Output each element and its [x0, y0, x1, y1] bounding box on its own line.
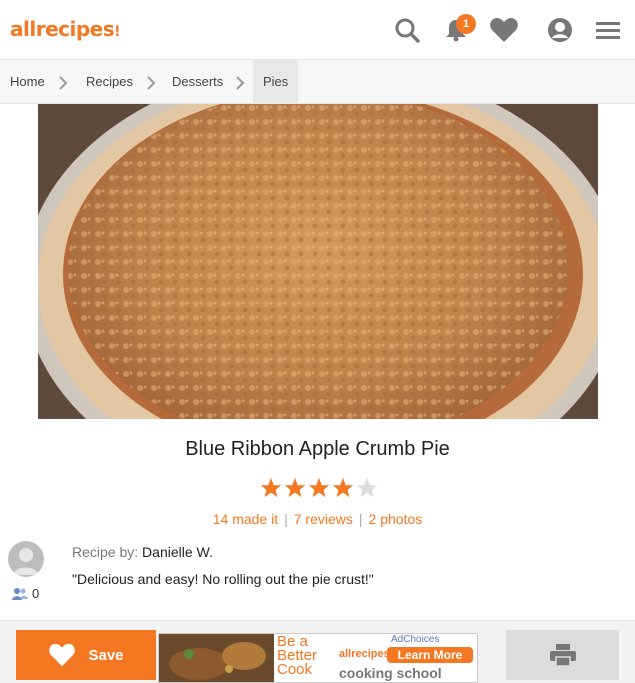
star-filled-icon — [260, 477, 282, 498]
save-button[interactable]: Save — [16, 630, 156, 680]
made-it-link[interactable]: 14 made it — [213, 511, 278, 527]
top-header: allrecipes! 1 — [0, 0, 635, 60]
recipe-description: "Delicious and easy! No rolling out the … — [72, 571, 374, 587]
followers-number: 0 — [32, 586, 40, 601]
advertisement-banner[interactable]: Be a Better Cook AdChoices Learn More al… — [158, 633, 478, 683]
learn-more-button[interactable]: Learn More — [387, 647, 473, 663]
chevron-right-icon — [236, 76, 245, 90]
star-filled-icon — [332, 477, 354, 498]
star-filled-icon — [284, 477, 306, 498]
breadcrumb-recipes[interactable]: Recipes — [86, 60, 133, 104]
breadcrumb-pies[interactable]: Pies — [253, 60, 299, 104]
search-icon[interactable] — [391, 14, 423, 46]
recipe-photo[interactable] — [38, 104, 598, 419]
followers-icon — [12, 587, 28, 600]
menu-icon[interactable] — [592, 14, 624, 46]
recipe-title: Blue Ribbon Apple Crumb Pie — [185, 438, 450, 460]
user-profile-icon[interactable] — [544, 14, 576, 46]
chevron-right-icon — [147, 76, 156, 90]
ad-headline: Be a Better Cook — [277, 633, 318, 678]
recipe-byline: Recipe by: Danielle W. — [72, 544, 213, 560]
heart-icon — [49, 643, 76, 667]
star-empty-icon — [356, 477, 378, 498]
breadcrumb: Home Recipes Desserts Pies — [0, 60, 635, 104]
notification-badge: 1 — [456, 14, 476, 34]
heart-icon[interactable] — [488, 14, 520, 46]
recipe-stats: 14 made it | 7 reviews | 2 photos — [212, 511, 423, 527]
bottom-action-bar: Save Be a Better Cook AdChoices Learn Mo… — [0, 620, 635, 683]
allrecipes-logo[interactable]: allrecipes! — [10, 17, 121, 41]
author-name[interactable]: Danielle W. — [142, 544, 213, 560]
byline-label: Recipe by: — [72, 544, 139, 560]
ad-tagline: cooking school — [339, 665, 442, 681]
chevron-right-icon — [59, 76, 68, 90]
followers-count[interactable]: 0 — [12, 586, 39, 601]
photos-link[interactable]: 2 photos — [369, 511, 423, 527]
ad-brand: allrecipes — [339, 648, 390, 660]
star-rating[interactable] — [260, 477, 378, 499]
author-avatar[interactable] — [8, 541, 44, 577]
printer-icon — [549, 644, 576, 667]
breadcrumb-home[interactable]: Home — [10, 60, 45, 104]
save-label: Save — [88, 646, 124, 664]
breadcrumb-desserts[interactable]: Desserts — [172, 60, 223, 104]
star-filled-icon — [308, 477, 330, 498]
reviews-link[interactable]: 7 reviews — [294, 511, 353, 527]
ad-choices-label[interactable]: AdChoices — [389, 634, 442, 645]
print-button[interactable] — [506, 630, 619, 680]
